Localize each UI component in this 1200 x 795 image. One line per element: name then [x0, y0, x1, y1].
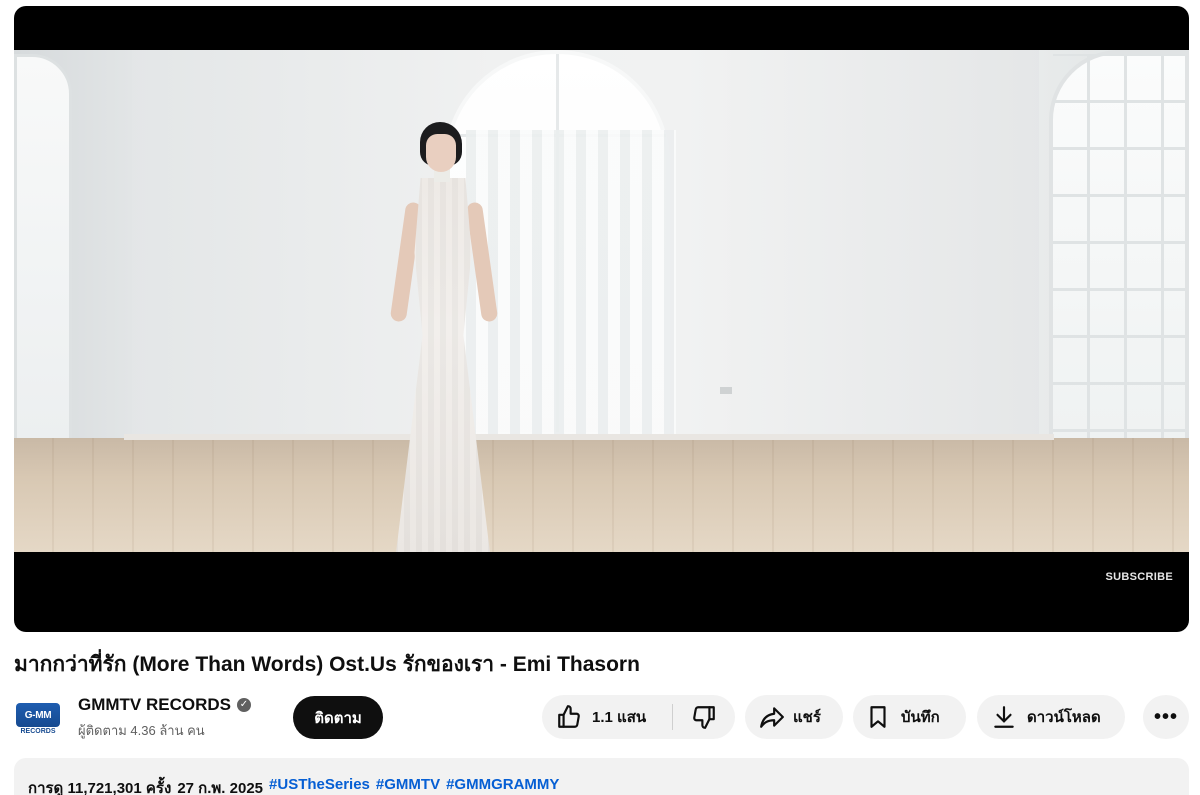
dislike-button[interactable] [673, 695, 735, 739]
description-box[interactable]: การดู 11,721,301 ครั้ง 27 ก.พ. 2025 #UST… [14, 758, 1189, 795]
hashtag-link[interactable]: #GMMGRAMMY [446, 776, 559, 795]
save-button[interactable]: บันทึก [853, 695, 966, 739]
scene-floor [14, 438, 1189, 552]
like-count: 1.1 แสน [592, 709, 647, 726]
scene-baseboard [124, 434, 1054, 440]
hashtag-link[interactable]: #USTheSeries [269, 776, 370, 795]
more-actions-button[interactable]: ••• [1143, 695, 1189, 739]
verified-icon: ✓ [237, 698, 251, 712]
video-frame[interactable] [14, 50, 1189, 552]
download-icon [994, 706, 1014, 728]
share-button[interactable]: แชร์ [745, 695, 843, 739]
scene-left-window [14, 54, 72, 444]
like-button[interactable]: 1.1 แสน [542, 695, 672, 739]
download-label: ดาวน์โหลด [1027, 709, 1101, 726]
hashtag-link[interactable]: #GMMTV [376, 776, 440, 795]
upload-date: 27 ก.พ. 2025 [177, 780, 264, 795]
bookmark-icon [870, 706, 886, 728]
like-dislike-group: 1.1 แสน [542, 695, 735, 739]
video-title: มากกว่าที่รัก (More Than Words) Ost.Us ร… [14, 653, 640, 676]
video-player[interactable]: SUBSCRIBE [14, 6, 1189, 632]
singer-figure [376, 122, 506, 552]
thumbs-down-icon [693, 706, 715, 729]
scene-right-window [1049, 50, 1189, 480]
channel-logo-subtext: RECORDS [20, 728, 56, 735]
save-label: บันทึก [901, 709, 940, 726]
channel-avatar[interactable]: G-MM RECORDS [14, 699, 62, 739]
thumbs-up-icon [558, 705, 580, 728]
subscriber-count: ผู้ติดตาม 4.36 ล้าน คน [78, 723, 205, 738]
channel-logo: G-MM [16, 703, 60, 727]
share-arrow-icon [760, 707, 784, 728]
more-dots-icon: ••• [1153, 705, 1178, 728]
scene-outlet [720, 387, 732, 394]
view-count: การดู 11,721,301 ครั้ง [28, 780, 172, 795]
channel-name-text[interactable]: GMMTV RECORDS [78, 694, 231, 716]
description-meta: การดู 11,721,301 ครั้ง 27 ก.พ. 2025 #UST… [28, 776, 559, 795]
download-button[interactable]: ดาวน์โหลด [977, 695, 1125, 739]
subscribe-button[interactable]: ติดตาม [293, 696, 383, 739]
share-label: แชร์ [793, 709, 821, 726]
video-subscribe-watermark[interactable]: SUBSCRIBE [1106, 571, 1174, 583]
channel-name[interactable]: GMMTV RECORDS ✓ [78, 694, 251, 716]
